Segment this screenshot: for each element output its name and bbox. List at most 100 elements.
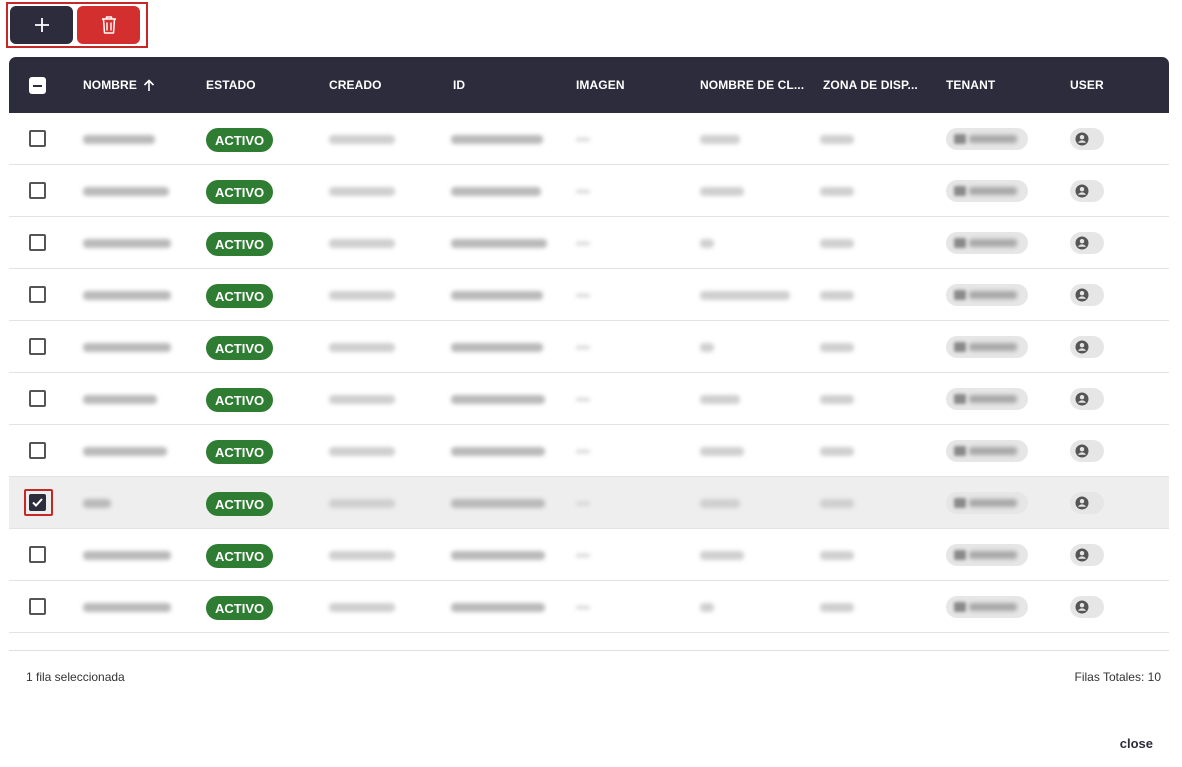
account-circle-icon (1075, 444, 1089, 458)
cell-id (451, 217, 547, 269)
user-chip[interactable] (1070, 596, 1104, 618)
table-row[interactable]: ACTIVO (9, 581, 1169, 633)
status-badge: ACTIVO (206, 596, 274, 620)
row-checkbox[interactable] (29, 442, 46, 459)
cell-tenant (946, 581, 1028, 633)
cell-tenant (946, 477, 1028, 529)
status-badge: ACTIVO (206, 232, 274, 256)
cell-nombre-cluster (700, 217, 714, 269)
cell-estado: ACTIVO (206, 165, 274, 217)
status-badge: ACTIVO (206, 492, 274, 516)
cell-id (451, 529, 545, 581)
column-header-imagen[interactable]: IMAGEN (576, 57, 625, 113)
delete-button[interactable] (77, 6, 140, 44)
cell-zona (820, 113, 854, 165)
tenant-chip (946, 492, 1028, 514)
column-header-estado[interactable]: ESTADO (206, 57, 256, 113)
cell-nombre (83, 477, 111, 529)
cell-imagen (576, 113, 590, 165)
cell-estado: ACTIVO (206, 373, 274, 425)
table-row[interactable]: ACTIVO (9, 321, 1169, 373)
table-row[interactable]: ACTIVO (9, 217, 1169, 269)
cell-zona (820, 321, 854, 373)
row-checkbox[interactable] (29, 390, 46, 407)
row-checkbox[interactable] (29, 286, 46, 303)
column-header-tenant[interactable]: TENANT (946, 57, 995, 113)
cell-tenant (946, 529, 1028, 581)
cell-user (1070, 113, 1104, 165)
column-header-nombre[interactable]: NOMBRE (83, 57, 155, 113)
row-checkbox[interactable] (29, 338, 46, 355)
row-checkbox[interactable] (29, 598, 46, 615)
cell-tenant (946, 425, 1028, 477)
cell-user (1070, 425, 1104, 477)
cell-imagen (576, 477, 590, 529)
column-header-id[interactable]: ID (453, 57, 465, 113)
cell-imagen (576, 373, 590, 425)
selection-count: 1 fila seleccionada (26, 670, 125, 684)
add-button[interactable] (10, 6, 73, 44)
tenant-chip (946, 180, 1028, 202)
account-circle-icon (1075, 184, 1089, 198)
column-header-creado[interactable]: CREADO (329, 57, 382, 113)
check-icon (32, 498, 43, 507)
cell-user (1070, 373, 1104, 425)
user-chip[interactable] (1070, 440, 1104, 462)
account-circle-icon (1075, 600, 1089, 614)
user-chip[interactable] (1070, 128, 1104, 150)
cell-zona (820, 373, 854, 425)
cell-tenant (946, 269, 1028, 321)
user-chip[interactable] (1070, 388, 1104, 410)
table-row[interactable]: ACTIVO (9, 165, 1169, 217)
cell-imagen (576, 425, 590, 477)
cell-imagen (576, 529, 590, 581)
arrow-up-icon (143, 78, 155, 91)
status-badge: ACTIVO (206, 284, 274, 308)
user-chip[interactable] (1070, 544, 1104, 566)
table-row[interactable]: ACTIVO (9, 113, 1169, 165)
row-checkbox[interactable] (29, 546, 46, 563)
row-checkbox[interactable] (29, 130, 46, 147)
cell-user (1070, 529, 1104, 581)
user-chip[interactable] (1070, 284, 1104, 306)
cell-user (1070, 165, 1104, 217)
row-checkbox[interactable] (29, 494, 46, 511)
table-row[interactable]: ACTIVO (9, 373, 1169, 425)
select-all-checkbox[interactable] (29, 77, 46, 94)
cell-imagen (576, 581, 590, 633)
close-button[interactable]: close (1120, 736, 1153, 751)
cell-estado: ACTIVO (206, 529, 274, 581)
table-row[interactable]: ACTIVO (9, 529, 1169, 581)
cell-creado (329, 477, 395, 529)
cell-creado (329, 581, 395, 633)
cell-nombre-cluster (700, 113, 740, 165)
cell-user (1070, 217, 1104, 269)
user-chip[interactable] (1070, 232, 1104, 254)
user-chip[interactable] (1070, 492, 1104, 514)
table-header: NOMBRE ESTADO CREADO ID IMAGEN NOMBRE DE… (9, 57, 1169, 113)
column-header-zona[interactable]: ZONA DE DISP... (823, 57, 918, 113)
cell-nombre-cluster (700, 477, 740, 529)
user-chip[interactable] (1070, 336, 1104, 358)
cell-nombre (83, 269, 171, 321)
tenant-chip (946, 544, 1028, 566)
cell-id (451, 425, 545, 477)
row-checkbox[interactable] (29, 182, 46, 199)
status-badge: ACTIVO (206, 180, 274, 204)
status-badge: ACTIVO (206, 544, 274, 568)
tenant-chip (946, 336, 1028, 358)
cell-creado (329, 321, 395, 373)
cell-estado: ACTIVO (206, 425, 274, 477)
table-row[interactable]: ACTIVO (9, 269, 1169, 321)
column-header-user[interactable]: USER (1070, 57, 1104, 113)
cell-nombre (83, 165, 169, 217)
plus-icon (34, 18, 49, 32)
row-checkbox[interactable] (29, 234, 46, 251)
cell-id (451, 321, 543, 373)
table-row[interactable]: ACTIVO (9, 425, 1169, 477)
table-row[interactable]: ACTIVO (9, 477, 1169, 529)
cell-user (1070, 581, 1104, 633)
cell-nombre (83, 113, 155, 165)
user-chip[interactable] (1070, 180, 1104, 202)
column-header-nombre-cluster[interactable]: NOMBRE DE CL... (700, 57, 804, 113)
